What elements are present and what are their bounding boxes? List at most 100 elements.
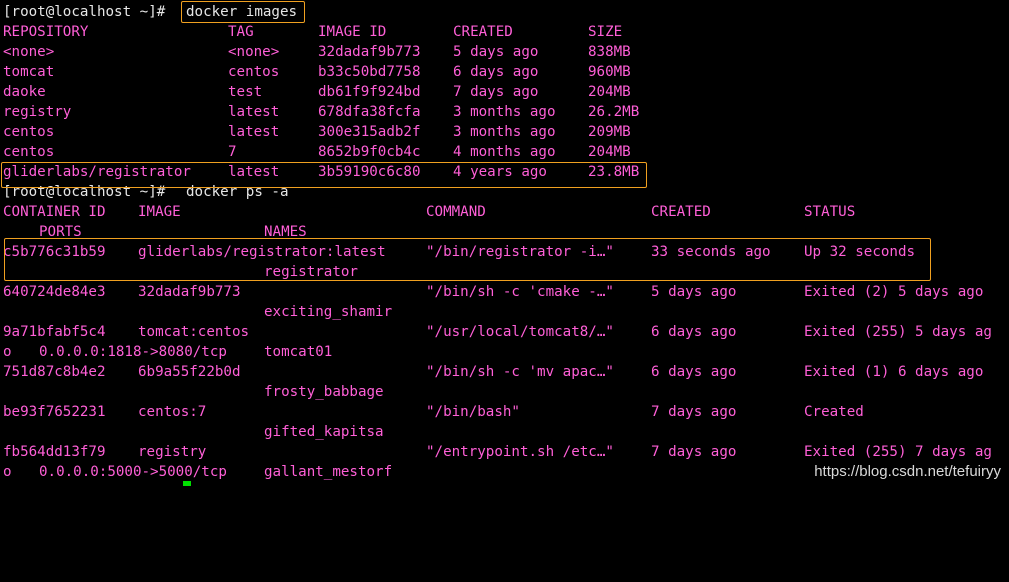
container-row: be93f7652231 centos:7 "/bin/bash" 7 days… [3,402,864,422]
command-line-ps: [root@localhost ~]# docker ps -a [3,182,289,202]
image-row: registry latest 678dfa38fcfa 3 months ag… [3,102,639,122]
container-names: gallant_mestorf [264,464,393,480]
container-row: c5b776c31b59 gliderlabs/registrator:late… [3,242,915,262]
image-created: 5 days ago [453,44,539,60]
image-created: 7 days ago [453,84,539,100]
container-created: 7 days ago [651,404,737,420]
images-header-row: REPOSITORY TAG IMAGE ID CREATED SIZE [3,22,622,42]
image-size: 23.8MB [588,164,640,180]
image-tag: latest [228,124,280,140]
container-id: c5b776c31b59 [3,244,106,260]
container-id: 9a71bfabf5c4 [3,324,106,340]
terminal-window[interactable]: [root@localhost ~]# docker images REPOSI… [0,0,1009,486]
header-tag: TAG [228,24,254,40]
image-size: 209MB [588,124,631,140]
container-row-wrap: registrator [3,262,358,282]
container-command: "/bin/sh -c 'cmake -…" [426,284,614,300]
command-text: docker images [186,4,298,20]
container-image: gliderlabs/registrator:latest [138,244,386,260]
command-text: docker ps -a [186,184,289,200]
image-created: 4 months ago [453,144,556,160]
container-created: 33 seconds ago [651,244,771,260]
image-tag: 7 [228,144,237,160]
container-status-wrap: o [3,464,12,480]
containers-header-row: CONTAINER ID IMAGE COMMAND CREATED STATU… [3,202,855,222]
container-names: exciting_shamir [264,304,393,320]
container-id: be93f7652231 [3,404,106,420]
container-created: 7 days ago [651,444,737,460]
image-row: <none> <none> 32dadaf9b773 5 days ago 83… [3,42,631,62]
container-status: Exited (2) 5 days ago [804,284,984,300]
container-status-wrap: o [3,344,12,360]
image-id: b33c50bd7758 [318,64,421,80]
container-ports: 0.0.0.0:5000->5000/tcp [39,464,227,480]
image-row: gliderlabs/registrator latest 3b59190c6c… [3,162,639,182]
image-size: 838MB [588,44,631,60]
container-row: 640724de84e3 32dadaf9b773 "/bin/sh -c 'c… [3,282,983,302]
command-line-images: [root@localhost ~]# docker images [3,2,297,22]
container-row-wrap: o 0.0.0.0:5000->5000/tcp gallant_mestorf [3,462,392,482]
container-image: tomcat:centos [138,324,250,340]
header-image: IMAGE [138,204,181,220]
image-repo: <none> [3,44,55,60]
containers-header-row-wrap: PORTS NAMES [3,222,307,242]
image-created: 4 years ago [453,164,547,180]
container-names: frosty_babbage [264,384,384,400]
image-row: centos latest 300e315adb2f 3 months ago … [3,122,631,142]
image-repo: registry [3,104,72,120]
image-tag: <none> [228,44,280,60]
image-created: 3 months ago [453,104,556,120]
shell-prompt: [root@localhost ~]# [3,184,166,200]
image-row: tomcat centos b33c50bd7758 6 days ago 96… [3,62,631,82]
container-created: 5 days ago [651,284,737,300]
container-id: fb564dd13f79 [3,444,106,460]
header-created: CREATED [651,204,711,220]
container-command: "/bin/sh -c 'mv apac…" [426,364,614,380]
image-row: centos 7 8652b9f0cb4c 4 months ago 204MB [3,142,631,162]
container-names: registrator [264,264,358,280]
container-status: Up 32 seconds [804,244,916,260]
header-status: STATUS [804,204,856,220]
image-id: db61f9f924bd [318,84,421,100]
container-ports: 0.0.0.0:1818->8080/tcp [39,344,227,360]
container-created: 6 days ago [651,364,737,380]
header-size: SIZE [588,24,623,40]
header-repository: REPOSITORY [3,24,89,40]
terminal-cursor [183,481,191,486]
container-image: centos:7 [138,404,207,420]
watermark: https://blog.csdn.net/tefuiryy [814,463,1001,480]
container-image: 6b9a55f22b0d [138,364,241,380]
image-size: 204MB [588,144,631,160]
container-status: Exited (255) 7 days ag [804,444,992,460]
container-command: "/usr/local/tomcat8/…" [426,324,614,340]
container-row-wrap: gifted_kapitsa [3,422,384,442]
container-row: 9a71bfabf5c4 tomcat:centos "/usr/local/t… [3,322,992,342]
shell-prompt: [root@localhost ~]# [3,4,166,20]
image-tag: latest [228,104,280,120]
image-repo: centos [3,144,55,160]
container-id: 640724de84e3 [3,284,106,300]
header-created: CREATED [453,24,513,40]
image-tag: latest [228,164,280,180]
container-command: "/bin/bash" [426,404,520,420]
image-tag: test [228,84,263,100]
image-id: 678dfa38fcfa [318,104,421,120]
container-status: Exited (255) 5 days ag [804,324,992,340]
image-id: 32dadaf9b773 [318,44,421,60]
container-command: "/entrypoint.sh /etc…" [426,444,614,460]
header-container-id: CONTAINER ID [3,204,106,220]
image-size: 204MB [588,84,631,100]
header-image-id: IMAGE ID [318,24,387,40]
container-row-wrap: frosty_babbage [3,382,384,402]
container-row: fb564dd13f79 registry "/entrypoint.sh /e… [3,442,992,462]
header-names: NAMES [264,224,307,240]
container-names: gifted_kapitsa [264,424,384,440]
image-row: daoke test db61f9f924bd 7 days ago 204MB [3,82,631,102]
image-created: 3 months ago [453,124,556,140]
header-command: COMMAND [426,204,486,220]
container-image: registry [138,444,207,460]
container-status: Created [804,404,864,420]
container-created: 6 days ago [651,324,737,340]
image-id: 3b59190c6c80 [318,164,421,180]
container-status: Exited (1) 6 days ago [804,364,984,380]
